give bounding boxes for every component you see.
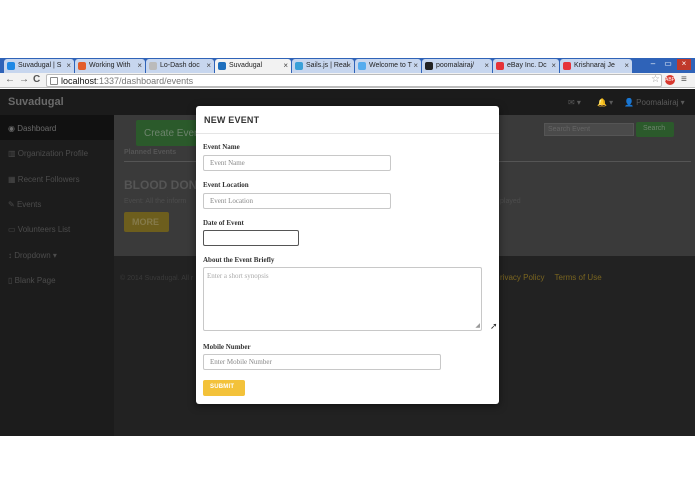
mouse-cursor-icon: ➚ [490, 321, 498, 331]
favicon-icon [295, 62, 303, 70]
event-location-label: Event Location [203, 181, 249, 189]
submit-button[interactable]: SUBMIT [203, 380, 245, 396]
alerts-dropdown[interactable]: 🔔 ▾ [597, 98, 613, 107]
event-title: BLOOD DON [124, 178, 198, 192]
mobile-input[interactable]: Enter Mobile Number [203, 354, 441, 370]
favicon-icon [496, 62, 504, 70]
close-tab-icon[interactable]: × [66, 61, 71, 70]
sidebar-item-dashboard[interactable]: ◉ Dashboard [0, 115, 114, 140]
edit-icon: ✎ [8, 200, 15, 209]
address-bar[interactable]: localhost:1337/dashboard/events [46, 74, 662, 87]
favicon-icon [218, 62, 226, 70]
browser-tab-3[interactable]: Lo-Dash doc × [146, 59, 214, 73]
dashboard-icon: ◉ [8, 124, 15, 133]
file-icon: ▯ [8, 276, 13, 285]
favicon-icon [149, 62, 157, 70]
event-name-input[interactable]: Event Name [203, 155, 391, 171]
user-dropdown[interactable]: 👤 Poomalairaj ▾ [624, 98, 685, 107]
arrows-icon: ↕ [8, 251, 12, 260]
footer-copyright: © 2014 Suvadugal. All r [120, 275, 194, 282]
sidebar-item-events[interactable]: ✎ Events [0, 191, 114, 216]
about-textarea[interactable]: Enter a short synopsis ◢ [203, 267, 482, 331]
footer-links: rivacy Policy Terms of Use [500, 273, 610, 282]
about-placeholder: Enter a short synopsis [207, 272, 269, 280]
url-host: localhost [61, 76, 97, 86]
browser-tab-8[interactable]: eBay Inc. Dc × [493, 59, 559, 73]
desktop-icon: ▭ [8, 225, 16, 234]
adblock-icon[interactable]: ABP [665, 75, 675, 85]
minimize-icon[interactable]: – [646, 59, 660, 70]
close-tab-icon[interactable]: × [484, 61, 489, 70]
planned-events-heading: Planned Events [124, 149, 177, 156]
sidebar-item-dropdown[interactable]: ↕ Dropdown ▾ [0, 242, 114, 267]
close-tab-icon[interactable]: × [624, 61, 629, 70]
mobile-label: Mobile Number [203, 343, 251, 351]
bookmark-star-icon[interactable]: ☆ [651, 74, 660, 85]
close-tab-icon[interactable]: × [206, 61, 211, 70]
more-button[interactable]: MORE [124, 212, 169, 232]
sidebar-item-volunteers-list[interactable]: ▭ Volunteers List [0, 216, 114, 241]
brand-title[interactable]: Suvadugal [8, 96, 64, 108]
top-margin [0, 0, 695, 58]
favicon-icon [425, 62, 433, 70]
search-button[interactable]: Search [636, 122, 674, 137]
close-tab-icon[interactable]: × [137, 61, 142, 70]
browser-tab-5[interactable]: Sails.js | Real × [292, 59, 354, 73]
browser-tabstrip: Suvadugal | S × Working With × Lo-Dash doc… [0, 58, 695, 73]
event-location-input[interactable]: Event Location [203, 193, 391, 209]
sidebar-item-blank-page[interactable]: ▯ Blank Page [0, 267, 114, 292]
back-icon[interactable]: ← [5, 74, 15, 85]
date-label: Date of Event [203, 219, 244, 227]
favicon-icon [358, 62, 366, 70]
bottom-margin [0, 436, 695, 494]
favicon-icon [563, 62, 571, 70]
modal-divider [196, 133, 499, 134]
browser-tab-1[interactable]: Suvadugal | S × [4, 59, 74, 73]
maximize-icon[interactable]: ▭ [661, 59, 675, 70]
date-input[interactable] [203, 230, 299, 246]
close-tab-icon[interactable]: × [283, 61, 288, 70]
browser-tab-7[interactable]: poomalairaj/× [422, 59, 492, 73]
event-description-tail: played [500, 198, 521, 205]
url-path: :1337/dashboard/events [96, 76, 194, 86]
sidebar-item-recent-followers[interactable]: ▦ Recent Followers [0, 166, 114, 191]
about-label: About the Event Briefly [203, 256, 275, 264]
event-name-label: Event Name [203, 143, 240, 151]
forward-icon[interactable]: → [19, 74, 29, 85]
sidebar-item-organization-profile[interactable]: ▥ Organization Profile [0, 140, 114, 165]
search-event-input[interactable]: Search Event [544, 123, 634, 136]
modal-title: NEW EVENT [204, 115, 260, 125]
close-tab-icon[interactable]: × [413, 61, 418, 70]
privacy-policy-link[interactable]: rivacy Policy [500, 273, 544, 282]
terms-of-use-link[interactable]: Terms of Use [555, 273, 602, 282]
messages-dropdown[interactable]: ✉ ▾ [568, 98, 581, 107]
browser-tab-2[interactable]: Working With × [75, 59, 145, 73]
table-icon: ▦ [8, 175, 16, 184]
reload-icon[interactable]: C [33, 74, 40, 85]
browser-tab-active[interactable]: Suvadugal × [215, 59, 291, 73]
browser-tab-6[interactable]: Welcome to T × [355, 59, 421, 73]
new-event-modal: NEW EVENT Event Name Event Name Event Lo… [196, 106, 499, 404]
close-tab-icon[interactable]: × [551, 61, 556, 70]
resize-grip-icon[interactable]: ◢ [475, 323, 480, 329]
close-window-icon[interactable]: × [677, 59, 691, 70]
favicon-icon [7, 62, 15, 70]
chart-icon: ▥ [8, 149, 16, 158]
browser-tab-9[interactable]: Krishnaraj Je × [560, 59, 632, 73]
page-icon [50, 77, 58, 85]
favicon-icon [78, 62, 86, 70]
close-tab-icon[interactable]: × [346, 61, 351, 70]
event-description: Event: All the inform [124, 198, 187, 205]
browser-toolbar: ← → C localhost:1337/dashboard/events ☆ … [0, 73, 695, 88]
sidebar: ◉ Dashboard ▥ Organization Profile ▦ Rec… [0, 115, 114, 436]
menu-icon[interactable]: ≡ [681, 74, 687, 85]
